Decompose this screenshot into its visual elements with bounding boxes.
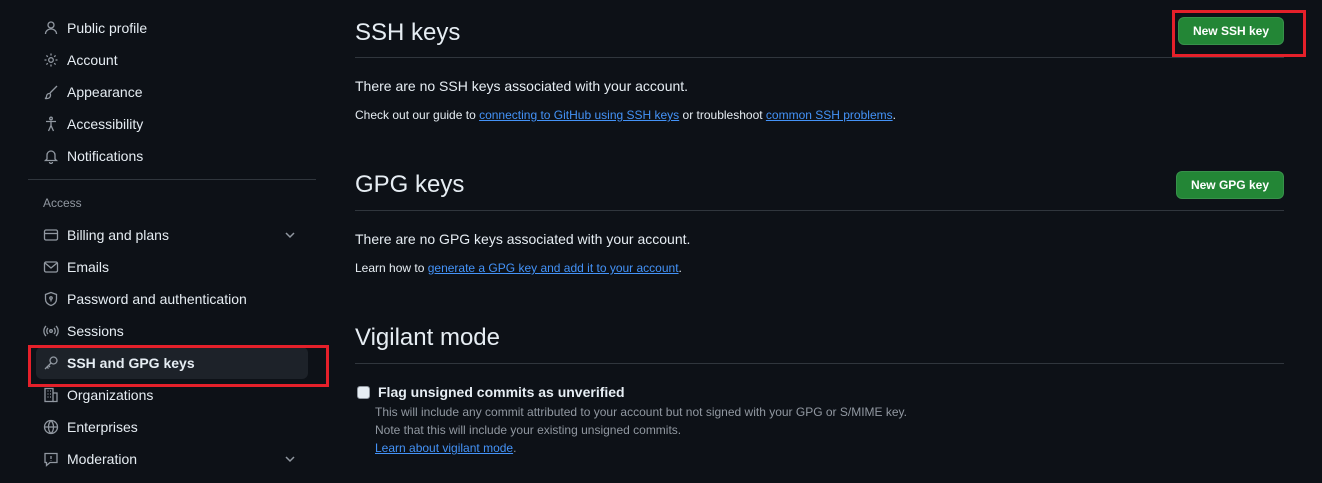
vigilant-mode-title: Vigilant mode <box>355 324 500 351</box>
bell-icon <box>43 148 59 164</box>
paintbrush-icon <box>43 84 59 100</box>
credit-card-icon <box>43 227 59 243</box>
sidebar-item-account[interactable]: Account <box>28 44 308 76</box>
ssh-help-text: Check out our guide to connecting to Git… <box>355 108 1284 122</box>
gpg-help-suffix: . <box>678 261 682 275</box>
flag-unsigned-commits-row[interactable]: Flag unsigned commits as unverified <box>357 384 1284 400</box>
ssh-guide-link[interactable]: connecting to GitHub using SSH keys <box>479 108 679 122</box>
accessibility-icon <box>43 116 59 132</box>
key-icon <box>43 355 59 371</box>
new-ssh-key-button[interactable]: New SSH key <box>1177 17 1284 45</box>
sidebar-item-label: Enterprises <box>67 419 138 435</box>
sidebar-item-appearance[interactable]: Appearance <box>28 76 308 108</box>
ssh-keys-section: SSH keys New SSH key There are no SSH ke… <box>355 0 1284 122</box>
gpg-help-text: Learn how to generate a GPG key and add … <box>355 261 1284 275</box>
mail-icon <box>43 259 59 275</box>
sidebar-item-emails[interactable]: Emails <box>28 251 308 283</box>
sidebar-item-label: Password and authentication <box>67 291 247 307</box>
settings-sidebar: Public profile Account Appearance Access… <box>28 12 318 475</box>
sidebar-item-notifications[interactable]: Notifications <box>28 140 308 172</box>
gear-icon <box>43 52 59 68</box>
ssh-troubleshoot-link[interactable]: common SSH problems <box>766 108 893 122</box>
gpg-keys-title: GPG keys <box>355 171 465 198</box>
sidebar-item-password-auth[interactable]: Password and authentication <box>28 283 308 315</box>
sidebar-item-public-profile[interactable]: Public profile <box>28 12 308 44</box>
sidebar-item-label: Appearance <box>67 84 143 100</box>
shield-lock-icon <box>43 291 59 307</box>
broadcast-icon <box>43 323 59 339</box>
sidebar-item-ssh-gpg-keys[interactable]: SSH and GPG keys <box>36 347 308 379</box>
new-gpg-key-button[interactable]: New GPG key <box>1175 171 1284 199</box>
sidebar-item-label: Sessions <box>67 323 124 339</box>
vigilant-section-header: Vigilant mode <box>355 307 1284 364</box>
globe-icon <box>43 419 59 435</box>
sidebar-item-moderation[interactable]: Moderation <box>28 443 308 475</box>
sidebar-item-organizations[interactable]: Organizations <box>28 379 308 411</box>
sidebar-item-label: Emails <box>67 259 110 275</box>
sidebar-item-accessibility[interactable]: Accessibility <box>28 108 308 140</box>
sidebar-item-billing[interactable]: Billing and plans <box>28 219 308 251</box>
ssh-help-prefix: Check out our guide to <box>355 108 480 122</box>
vigilant-note: This will include any commit attributed … <box>375 403 1284 457</box>
sidebar-item-enterprises[interactable]: Enterprises <box>28 411 308 443</box>
sidebar-group-access: Access <box>43 196 82 210</box>
sidebar-item-label: Billing and plans <box>67 227 169 243</box>
sidebar-item-label: SSH and GPG keys <box>67 355 195 371</box>
gpg-section-header: GPG keys New GPG key <box>355 154 1284 211</box>
sidebar-item-label: Public profile <box>67 20 148 36</box>
person-icon <box>43 20 59 36</box>
sidebar-item-label: Notifications <box>67 148 144 164</box>
main-content: SSH keys New SSH key There are no SSH ke… <box>355 0 1284 457</box>
settings-page: Public profile Account Appearance Access… <box>0 0 1322 483</box>
ssh-keys-title: SSH keys <box>355 19 461 46</box>
report-icon <box>43 451 59 467</box>
sidebar-item-label: Accessibility <box>67 116 144 132</box>
flag-unsigned-commits-label[interactable]: Flag unsigned commits as unverified <box>378 384 625 400</box>
ssh-empty-message: There are no SSH keys associated with yo… <box>355 78 689 94</box>
gpg-generate-link[interactable]: generate a GPG key and add it to your ac… <box>428 261 679 275</box>
vigilant-learn-row: Learn about vigilant mode. <box>375 439 1284 457</box>
flag-unsigned-commits-checkbox[interactable] <box>357 385 370 399</box>
ssh-help-suffix: . <box>892 108 896 122</box>
sidebar-divider <box>28 179 316 180</box>
sidebar-item-label: Organizations <box>67 387 154 403</box>
gpg-keys-section: GPG keys New GPG key There are no GPG ke… <box>355 154 1284 275</box>
sidebar-item-label: Account <box>67 52 118 68</box>
ssh-help-mid: or troubleshoot <box>679 108 766 122</box>
vigilant-note-line2: Note that this will include your existin… <box>375 423 682 437</box>
vigilant-note-line1: This will include any commit attributed … <box>375 405 908 419</box>
vigilant-learn-suffix: . <box>513 441 517 455</box>
vigilant-mode-section: Vigilant mode Flag unsigned commits as u… <box>355 307 1284 457</box>
gpg-empty-message: There are no GPG keys associated with yo… <box>355 231 691 247</box>
organization-icon <box>43 387 59 403</box>
sidebar-item-sessions[interactable]: Sessions <box>28 315 308 347</box>
ssh-section-header: SSH keys New SSH key <box>355 0 1284 58</box>
learn-vigilant-mode-link[interactable]: Learn about vigilant mode <box>375 441 513 455</box>
sidebar-item-label: Moderation <box>67 451 138 467</box>
chevron-down-icon[interactable] <box>282 227 298 243</box>
chevron-down-icon[interactable] <box>282 451 298 467</box>
gpg-help-prefix: Learn how to <box>355 261 428 275</box>
